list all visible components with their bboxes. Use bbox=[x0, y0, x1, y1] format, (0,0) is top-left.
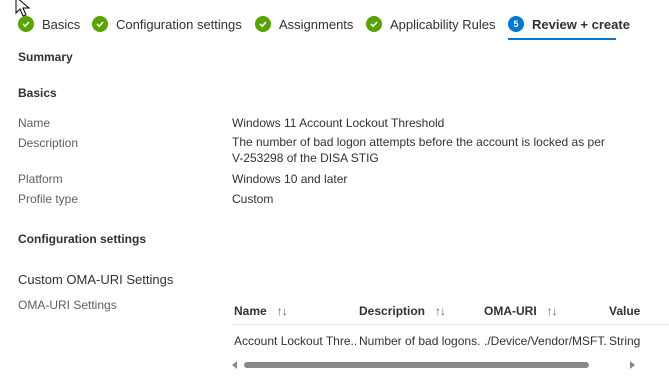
step-label: Basics bbox=[42, 16, 81, 32]
platform-value: Windows 10 and later bbox=[232, 172, 348, 186]
step-basics[interactable]: Basics bbox=[18, 14, 80, 34]
sort-icon: ↑↓ bbox=[276, 304, 288, 318]
header-divider bbox=[232, 324, 669, 325]
name-value: Windows 11 Account Lockout Threshold bbox=[232, 116, 445, 130]
cell-name: Account Lockout Thre... bbox=[234, 334, 356, 348]
column-header-oma-uri[interactable]: OMA-URI ↑↓ bbox=[484, 304, 558, 318]
step-applicability-rules[interactable]: Applicability Rules bbox=[366, 14, 496, 34]
step-review-create[interactable]: 5 Review + create bbox=[508, 14, 630, 34]
wizard-steps: Basics Configuration settings Assignment… bbox=[0, 0, 669, 44]
step-label: Configuration settings bbox=[116, 16, 242, 32]
step-number-badge: 5 bbox=[508, 16, 524, 32]
description-value: The number of bad logon attempts before … bbox=[232, 135, 605, 165]
step-assignments[interactable]: Assignments bbox=[255, 14, 353, 34]
scrollbar-track[interactable] bbox=[244, 362, 614, 368]
cell-value: String bbox=[609, 334, 641, 348]
column-header-label: Value bbox=[609, 304, 641, 318]
check-icon bbox=[255, 16, 271, 32]
check-icon bbox=[18, 16, 34, 32]
cell-description: Number of bad logons... bbox=[359, 334, 481, 348]
scroll-left-arrow-icon[interactable] bbox=[232, 361, 237, 369]
step-label: Review + create bbox=[532, 16, 630, 32]
step-configuration-settings[interactable]: Configuration settings bbox=[92, 14, 242, 34]
profile-type-label: Profile type bbox=[18, 192, 79, 206]
sort-icon: ↑↓ bbox=[435, 304, 446, 318]
column-header-label: OMA-URI bbox=[484, 304, 537, 318]
oma-uri-settings-label: OMA-URI Settings bbox=[18, 298, 117, 312]
name-label: Name bbox=[18, 116, 51, 130]
horizontal-scrollbar[interactable] bbox=[232, 360, 637, 370]
active-step-underline bbox=[508, 38, 616, 40]
check-icon bbox=[92, 16, 108, 32]
scrollbar-thumb[interactable] bbox=[244, 362, 589, 368]
cell-oma-uri: ./Device/Vendor/MSFT... bbox=[484, 334, 608, 348]
column-header-name[interactable]: Name ↑↓ bbox=[234, 304, 288, 318]
summary-heading: Summary bbox=[18, 50, 73, 64]
custom-oma-uri-heading: Custom OMA-URI Settings bbox=[18, 272, 174, 287]
sort-icon: ↑↓ bbox=[546, 304, 558, 318]
column-header-value[interactable]: Value bbox=[609, 304, 640, 318]
step-label: Assignments bbox=[279, 16, 354, 32]
basics-heading: Basics bbox=[18, 86, 57, 100]
column-header-label: Description bbox=[359, 304, 426, 318]
step-label: Applicability Rules bbox=[390, 16, 496, 32]
column-header-label: Name bbox=[234, 304, 267, 318]
column-header-description[interactable]: Description ↑↓ bbox=[359, 304, 446, 318]
check-icon bbox=[366, 16, 382, 32]
scroll-right-arrow-icon[interactable] bbox=[630, 361, 635, 369]
configuration-settings-heading: Configuration settings bbox=[18, 232, 146, 246]
description-label: Description bbox=[18, 136, 79, 150]
platform-label: Platform bbox=[18, 172, 63, 186]
profile-type-value: Custom bbox=[232, 192, 274, 206]
